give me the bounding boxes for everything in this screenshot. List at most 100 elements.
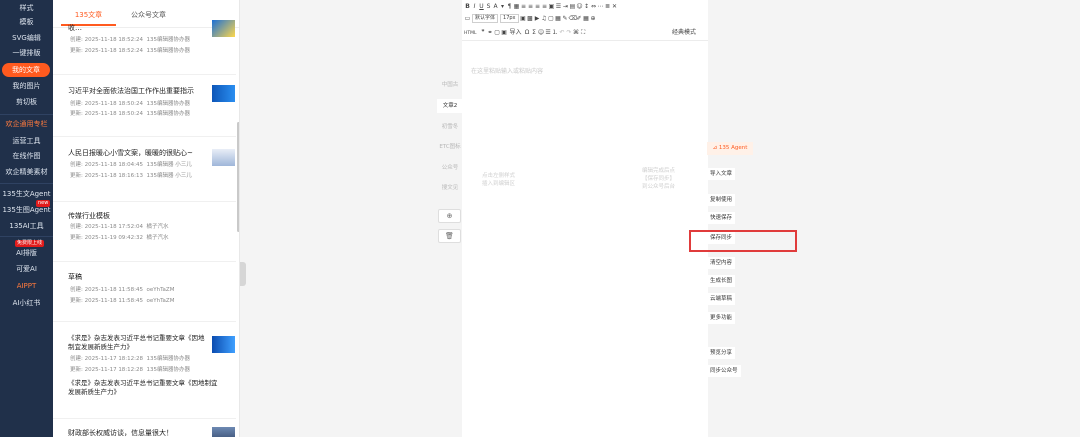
- video-icon[interactable]: ▶: [534, 13, 541, 24]
- link-icon[interactable]: ⚭: [487, 27, 494, 38]
- paragraph-icon[interactable]: ¶: [506, 1, 513, 12]
- nav-item-image-agent[interactable]: 135生图Agent: [0, 205, 53, 216]
- nav-item-ops-tools[interactable]: 运营工具: [0, 136, 53, 147]
- gallery-icon[interactable]: ▩: [527, 13, 534, 24]
- nav-item-template[interactable]: 模板: [0, 17, 53, 28]
- clear-content-button[interactable]: 清空内容: [707, 257, 736, 269]
- format-painter-icon[interactable]: ⌘: [573, 27, 580, 38]
- sync-wechat-button[interactable]: 同步公众号: [707, 365, 741, 377]
- style-tab[interactable]: ETC图标: [437, 140, 463, 154]
- brush-icon[interactable]: ✎: [562, 13, 569, 24]
- add-icon[interactable]: ⊕: [438, 209, 461, 223]
- more-icon[interactable]: ⋯: [597, 1, 604, 12]
- article-title: 传媒行业模板: [68, 212, 110, 220]
- import-article-button[interactable]: 导入文章: [707, 168, 736, 180]
- list-item[interactable]: 传媒行业模板 创建: 2025-11-18 17:52:04 橘子汽水 更新: …: [53, 202, 236, 262]
- frame-icon[interactable]: ▢: [494, 27, 501, 38]
- editor-placeholder[interactable]: 在这里粘贴输入或粘贴内容: [471, 66, 543, 75]
- underline-icon[interactable]: U: [478, 1, 485, 12]
- zoom-icon[interactable]: ⊕: [590, 13, 597, 24]
- cloud-draft-button[interactable]: 云端草稿: [707, 293, 736, 305]
- nav-item-cute-ai[interactable]: 可爱AI: [0, 264, 53, 275]
- agent-button[interactable]: ⊿ 135 Agent: [707, 142, 753, 155]
- nav-item-materials[interactable]: 欢企精美素材: [0, 167, 53, 178]
- emoji-icon[interactable]: ☺: [538, 27, 545, 38]
- ordered-list-icon[interactable]: ⒈: [552, 27, 559, 38]
- redo-icon[interactable]: ↷: [566, 27, 573, 38]
- nav-item-aippt[interactable]: AIPPT: [0, 281, 53, 292]
- code-icon[interactable]: ≣: [604, 1, 611, 12]
- frame-icon[interactable]: ▢: [548, 13, 555, 24]
- table-icon[interactable]: ▤: [569, 1, 576, 12]
- nav-item-ai-tools[interactable]: 135AI工具: [0, 221, 53, 232]
- template-icon[interactable]: ▦: [555, 13, 562, 24]
- strike-icon[interactable]: S: [485, 1, 492, 12]
- audio-icon[interactable]: ♫: [541, 13, 548, 24]
- list-scrollbar[interactable]: [237, 122, 239, 232]
- list-item[interactable]: 《求是》杂志发表习近平总书记重要文章《因地制宜发展新质生产力》 创建: 2025…: [53, 322, 236, 419]
- copy-use-button[interactable]: 复制使用: [707, 194, 736, 206]
- nav-item-svg[interactable]: SVG编辑: [0, 33, 53, 44]
- align-right-icon[interactable]: ≡: [534, 1, 541, 12]
- insert-image-icon[interactable]: ▣: [520, 13, 527, 24]
- nav-item-my-images[interactable]: 我的图片: [0, 81, 53, 92]
- style-tab[interactable]: 初雪冬: [437, 120, 463, 134]
- emoji-icon[interactable]: ☺: [576, 1, 583, 12]
- import-button[interactable]: 导入: [508, 29, 524, 36]
- grid-icon[interactable]: ▦: [583, 13, 590, 24]
- fullscreen-icon[interactable]: ⛶: [580, 27, 587, 38]
- highlight-icon[interactable]: ▾: [499, 1, 506, 12]
- nav-item-clipboard[interactable]: 剪切板: [0, 97, 53, 108]
- list-icon[interactable]: ☰: [555, 1, 562, 12]
- undo-icon[interactable]: ↶: [559, 27, 566, 38]
- list-icon[interactable]: ☰: [545, 27, 552, 38]
- style-tab[interactable]: 中国古: [437, 78, 463, 92]
- generate-long-image-button[interactable]: 生成长图: [707, 275, 736, 287]
- clear-format-icon[interactable]: ✕: [611, 1, 618, 12]
- nav-item-ai-layout[interactable]: AI排版: [0, 248, 53, 259]
- special-char-icon[interactable]: Ω: [524, 27, 531, 38]
- style-tab[interactable]: 搜文见: [437, 181, 463, 195]
- image-icon[interactable]: ▣: [501, 27, 508, 38]
- quick-save-button[interactable]: 快速保存: [707, 212, 736, 224]
- spacing-icon[interactable]: ⇔: [590, 1, 597, 12]
- nav-divider: [0, 236, 53, 237]
- list-item[interactable]: 草稿 创建: 2025-11-18 11:58:45 oeYhTaZM 更新: …: [53, 262, 236, 322]
- mode-select[interactable]: 经典模式: [672, 27, 696, 36]
- more-features-button[interactable]: 更多功能: [707, 312, 736, 324]
- nav-item-onekey[interactable]: 一键排版: [0, 48, 53, 59]
- image-icon[interactable]: ▣: [548, 1, 555, 12]
- bold-icon[interactable]: B: [464, 1, 471, 12]
- list-item[interactable]: 习近平对全面依法治国工作作出重要指示 创建: 2025-11-18 18:50:…: [53, 75, 236, 137]
- justify-icon[interactable]: ≡: [541, 1, 548, 12]
- list-item[interactable]: 财政部长权威访谈，信息量很大！: [53, 419, 236, 437]
- paint-icon[interactable]: ✐: [576, 13, 583, 24]
- doc-icon[interactable]: ▭: [464, 13, 471, 24]
- promo-badge: 免费限上线: [15, 240, 45, 247]
- italic-icon[interactable]: I: [471, 1, 478, 12]
- style-tab-active[interactable]: 文章2: [437, 99, 463, 113]
- align-left-icon[interactable]: ≡: [520, 1, 527, 12]
- format-icon[interactable]: ▦: [513, 1, 520, 12]
- html-button[interactable]: HTML: [464, 31, 480, 36]
- font-size-select[interactable]: 17px: [500, 14, 519, 23]
- indent-icon[interactable]: ⇥: [562, 1, 569, 12]
- nav-item-style[interactable]: 样式: [0, 3, 53, 14]
- align-center-icon[interactable]: ≡: [527, 1, 534, 12]
- eraser-icon[interactable]: ⌫: [569, 13, 577, 24]
- nav-item-text-agent[interactable]: 135生文Agent: [0, 189, 53, 200]
- list-item[interactable]: 人民日报暖心小雪文案，暖暖的很贴心~ 创建: 2025-11-18 18:04:…: [53, 137, 236, 202]
- list-item[interactable]: 收… 创建: 2025-11-18 18:52:24 135编辑器协办器 更新:…: [53, 20, 236, 75]
- trash-icon[interactable]: 🗑: [438, 229, 461, 243]
- preview-share-button[interactable]: 预览分享: [707, 347, 736, 359]
- style-tab[interactable]: 公众号: [437, 161, 463, 175]
- nav-item-online-draw[interactable]: 在线作图: [0, 151, 53, 162]
- line-height-icon[interactable]: ↕: [583, 1, 590, 12]
- font-color-icon[interactable]: A: [492, 1, 499, 12]
- nav-item-my-articles[interactable]: 我的文章: [2, 63, 50, 77]
- symbol-icon[interactable]: Σ: [531, 27, 538, 38]
- quote-icon[interactable]: ❞: [480, 27, 487, 38]
- nav-item-ai-xiaohongshu[interactable]: AI小红书: [0, 298, 53, 309]
- font-family-select[interactable]: 默认字体: [472, 14, 499, 23]
- collapse-handle[interactable]: [240, 262, 246, 286]
